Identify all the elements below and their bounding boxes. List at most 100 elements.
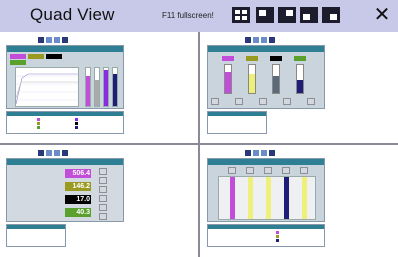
tag-chip xyxy=(46,54,62,59)
legend-item xyxy=(276,235,281,238)
quadrant-bottom-right[interactable] xyxy=(205,149,395,255)
tag-chip xyxy=(294,56,306,61)
trend-plot-area xyxy=(15,67,79,107)
quadrant-top-left[interactable] xyxy=(4,36,194,142)
info-header xyxy=(208,225,324,229)
mini-toolbar xyxy=(205,149,325,157)
action-button[interactable] xyxy=(228,167,236,174)
info-panel xyxy=(6,224,66,247)
window-title-bar xyxy=(208,159,324,165)
gauges-window xyxy=(207,158,325,222)
action-button[interactable] xyxy=(99,186,107,193)
tag-chip xyxy=(222,56,234,61)
level-bar xyxy=(249,74,255,93)
trend-window xyxy=(6,45,124,109)
tag-chip xyxy=(10,54,26,59)
gauge-bar xyxy=(248,177,253,219)
trend-bar xyxy=(86,76,90,106)
gauge-bar xyxy=(302,177,307,219)
action-button[interactable] xyxy=(300,167,308,174)
toolbar-icon[interactable] xyxy=(269,37,275,43)
legend-item xyxy=(37,126,42,129)
toolbar-icon[interactable] xyxy=(253,150,259,156)
quad-view-header: Quad View F11 fullscreen! ✕ xyxy=(0,0,398,32)
toolbar-icon[interactable] xyxy=(261,150,267,156)
toolbar-icon[interactable] xyxy=(269,150,275,156)
single-pane-icon xyxy=(286,10,293,16)
toolbar-icon[interactable] xyxy=(261,37,267,43)
action-button[interactable] xyxy=(99,177,107,184)
tag-chip xyxy=(10,60,26,65)
toolbar-icon[interactable] xyxy=(38,37,44,43)
window-title-bar xyxy=(208,46,324,52)
legend-item xyxy=(75,118,80,121)
gauge-bar xyxy=(284,177,289,219)
layout-quad-button[interactable] xyxy=(232,7,250,23)
mini-toolbar xyxy=(205,36,325,44)
close-icon[interactable]: ✕ xyxy=(372,5,392,25)
legend-item xyxy=(75,126,80,129)
toolbar-icon[interactable] xyxy=(38,150,44,156)
legend-item xyxy=(276,231,281,234)
window-title-bar xyxy=(7,159,123,165)
toolbar-icon[interactable] xyxy=(46,37,52,43)
horizontal-divider xyxy=(0,143,398,145)
layout-top-left-button[interactable] xyxy=(256,7,274,23)
action-button[interactable] xyxy=(99,213,107,220)
layout-bottom-right-button[interactable] xyxy=(322,7,340,23)
trend-bar xyxy=(113,74,117,106)
toolbar-icon[interactable] xyxy=(46,150,52,156)
toolbar-icon[interactable] xyxy=(245,37,251,43)
quad-cell-icon xyxy=(242,10,247,14)
action-button[interactable] xyxy=(211,98,219,105)
action-button[interactable] xyxy=(264,167,272,174)
trend-bar xyxy=(104,70,108,106)
action-button[interactable] xyxy=(259,98,267,105)
mini-toolbar xyxy=(4,149,124,157)
window-title-bar xyxy=(7,46,123,52)
toolbar-icon[interactable] xyxy=(54,37,60,43)
quad-cell-icon xyxy=(235,10,240,14)
value-display: 40.3 xyxy=(65,208,91,217)
info-header xyxy=(7,112,123,116)
value-display: 146.2 xyxy=(65,182,91,191)
value-display: 17.0 xyxy=(65,195,91,204)
quad-cell-icon xyxy=(242,16,247,20)
toolbar-icon[interactable] xyxy=(245,150,251,156)
info-header xyxy=(208,112,266,116)
info-header xyxy=(7,225,65,229)
process-value-row: 506.4 xyxy=(11,167,91,181)
mini-toolbar xyxy=(4,36,124,44)
action-button[interactable] xyxy=(283,98,291,105)
layout-bottom-left-button[interactable] xyxy=(300,7,318,23)
gauge-bar xyxy=(266,177,271,219)
process-value-row: 40.3 xyxy=(11,206,91,220)
trend-bar xyxy=(95,80,99,106)
action-button[interactable] xyxy=(307,98,315,105)
layout-top-right-button[interactable] xyxy=(278,7,296,23)
quadrant-top-right[interactable] xyxy=(205,36,395,142)
single-pane-icon xyxy=(303,14,310,20)
action-button[interactable] xyxy=(99,195,107,202)
quadrant-bottom-left[interactable]: 506.4 146.2 17.0 40.3 xyxy=(4,149,194,255)
toolbar-icon[interactable] xyxy=(62,150,68,156)
tag-chip xyxy=(270,56,282,61)
toolbar-icon[interactable] xyxy=(62,37,68,43)
action-button[interactable] xyxy=(282,167,290,174)
legend-item xyxy=(276,239,281,242)
toolbar-icon[interactable] xyxy=(54,150,60,156)
tag-chip xyxy=(28,54,44,59)
value-display: 506.4 xyxy=(65,169,91,178)
process-value-row: 146.2 xyxy=(11,180,91,194)
toolbar-icon[interactable] xyxy=(253,37,259,43)
action-button[interactable] xyxy=(246,167,254,174)
action-button[interactable] xyxy=(99,168,107,175)
action-button[interactable] xyxy=(235,98,243,105)
info-panel xyxy=(207,111,267,134)
info-panel xyxy=(207,224,325,247)
quad-cell-icon xyxy=(235,16,240,20)
single-pane-icon xyxy=(330,14,337,20)
values-window: 506.4 146.2 17.0 40.3 xyxy=(6,158,124,222)
legend-item xyxy=(37,122,42,125)
action-button[interactable] xyxy=(99,204,107,211)
